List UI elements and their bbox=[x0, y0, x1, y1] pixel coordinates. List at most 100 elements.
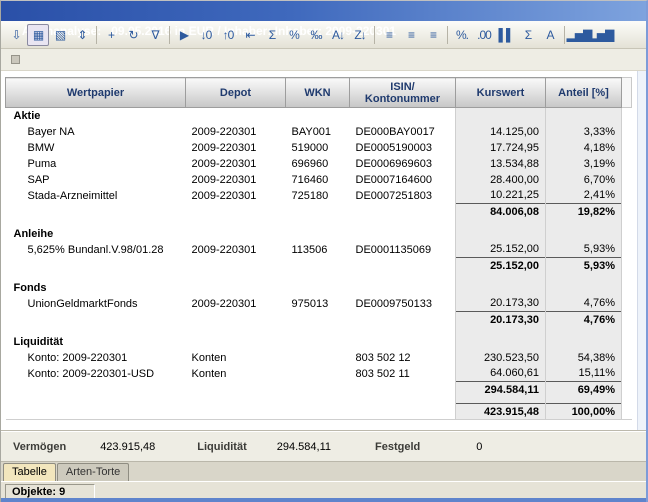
cell-empty bbox=[286, 312, 350, 328]
cell-isin: DE0006969603 bbox=[350, 156, 456, 172]
cell-filler bbox=[622, 188, 632, 204]
toolbar-separator bbox=[374, 26, 375, 44]
permille-icon[interactable]: ‰ bbox=[305, 24, 327, 46]
cell-anteil: 6,70% bbox=[546, 172, 622, 188]
table-row[interactable]: UnionGeldmarktFonds2009-220301975013DE00… bbox=[6, 296, 632, 312]
cell-empty bbox=[350, 404, 456, 420]
cell-isin: DE0005190003 bbox=[350, 140, 456, 156]
subtotal-row: 84.006,0819,82% bbox=[6, 204, 632, 220]
move-icon[interactable]: + bbox=[100, 24, 122, 46]
cell-wertpapier: 5,625% Bundanl.V.98/01.28 bbox=[6, 242, 186, 258]
percent-icon[interactable]: % bbox=[283, 24, 305, 46]
table-row[interactable]: Stada-Arzneimittel2009-220301725180DE000… bbox=[6, 188, 632, 204]
subtotal-row: 294.584,1169,49% bbox=[6, 382, 632, 398]
align-right-icon[interactable]: ≡ bbox=[422, 24, 444, 46]
cell-empty bbox=[286, 382, 350, 398]
group-label: Liquidität bbox=[6, 334, 456, 350]
cell-filler bbox=[622, 366, 632, 382]
cell-empty bbox=[286, 404, 350, 420]
group-label: Aktie bbox=[6, 108, 456, 124]
cell-kurswert: 17.724,95 bbox=[456, 140, 546, 156]
cell-empty bbox=[456, 334, 546, 350]
group-label: Fonds bbox=[6, 280, 456, 296]
cell-wertpapier: Stada-Arzneimittel bbox=[6, 188, 186, 204]
table-row[interactable]: SAP2009-220301716460DE000716460028.400,0… bbox=[6, 172, 632, 188]
column-header-anteil[interactable]: Anteil [%] bbox=[546, 78, 622, 108]
cell-empty bbox=[186, 404, 286, 420]
filter-edit-icon[interactable]: ∇ bbox=[144, 24, 166, 46]
view-tab-bar: TabelleArten-Torte bbox=[1, 461, 646, 481]
columns-icon[interactable]: ▌▌ bbox=[495, 24, 517, 46]
table-row[interactable]: BMW2009-220301519000DE000519000317.724,9… bbox=[6, 140, 632, 156]
group-header-row: Aktie bbox=[6, 108, 632, 124]
cell-filler bbox=[622, 312, 632, 328]
sort-ascending-icon[interactable]: A↓ bbox=[327, 24, 349, 46]
cell-empty bbox=[6, 258, 186, 274]
title-bar[interactable]: Artenanalyse: 09.05.2016 in EUR / Inhabe… bbox=[1, 1, 646, 21]
analysis-view-icon[interactable]: ▦ bbox=[27, 24, 49, 46]
table-row[interactable]: Konto: 2009-220301Konten803 502 12230.52… bbox=[6, 350, 632, 366]
cell-filler bbox=[622, 334, 632, 350]
sort-descending-icon[interactable]: Z↓ bbox=[349, 24, 371, 46]
toolbar-separator bbox=[447, 26, 448, 44]
festgeld-value: 0 bbox=[476, 441, 482, 453]
zoom-view-icon[interactable]: ▧ bbox=[49, 24, 71, 46]
cell-filler bbox=[622, 258, 632, 274]
cell-filler bbox=[622, 124, 632, 140]
cell-anteil: 2,41% bbox=[546, 188, 622, 204]
percent-format-icon[interactable]: %. bbox=[451, 24, 473, 46]
cell-anteil: 3,19% bbox=[546, 156, 622, 172]
cell-wkn: 725180 bbox=[286, 188, 350, 204]
artenanalyse-table: Wertpapier Depot WKN ISIN/ Kontonummer K… bbox=[5, 77, 632, 420]
align-left-icon[interactable]: ≡ bbox=[378, 24, 400, 46]
export-icon[interactable]: ⇩ bbox=[5, 24, 27, 46]
cell-empty bbox=[456, 280, 546, 296]
cell-kurswert: 25.152,00 bbox=[456, 242, 546, 258]
sum-icon[interactable]: Σ bbox=[517, 24, 539, 46]
cell-total-kurswert: 423.915,48 bbox=[456, 404, 546, 420]
cell-filler bbox=[622, 296, 632, 312]
tab-tabelle[interactable]: Tabelle bbox=[3, 463, 56, 481]
table-row[interactable]: Bayer NA2009-220301BAY001DE000BAY001714.… bbox=[6, 124, 632, 140]
column-header-kurswert[interactable]: Kurswert bbox=[456, 78, 546, 108]
color-chart-icon[interactable]: ▂▅▇ bbox=[590, 24, 612, 46]
indent-icon[interactable]: ⇤ bbox=[239, 24, 261, 46]
table-row[interactable]: 5,625% Bundanl.V.98/01.282009-2203011135… bbox=[6, 242, 632, 258]
cell-isin: DE0007251803 bbox=[350, 188, 456, 204]
vertical-scrollbar[interactable] bbox=[637, 71, 646, 430]
cell-wkn: BAY001 bbox=[286, 124, 350, 140]
row-expand-icon[interactable]: ⇕ bbox=[71, 24, 93, 46]
decimal-increase-icon[interactable]: ↑0 bbox=[217, 24, 239, 46]
table-row[interactable]: Puma2009-220301696960DE000696960313.534,… bbox=[6, 156, 632, 172]
cell-empty bbox=[6, 312, 186, 328]
tab-arten-torte[interactable]: Arten-Torte bbox=[57, 463, 129, 481]
vermoegen-value: 423.915,48 bbox=[100, 441, 155, 453]
cell-wertpapier: UnionGeldmarktFonds bbox=[6, 296, 186, 312]
table-area: Wertpapier Depot WKN ISIN/ Kontonummer K… bbox=[1, 71, 646, 431]
subtotal-icon[interactable]: Σ bbox=[261, 24, 283, 46]
cell-wertpapier: SAP bbox=[6, 172, 186, 188]
cell-subtotal-kurswert: 20.173,30 bbox=[456, 312, 546, 328]
cell-empty bbox=[286, 258, 350, 274]
column-header-depot[interactable]: Depot bbox=[186, 78, 286, 108]
refresh-icon[interactable]: ↻ bbox=[122, 24, 144, 46]
column-header-isin[interactable]: ISIN/ Kontonummer bbox=[350, 78, 456, 108]
column-header-wertpapier[interactable]: Wertpapier bbox=[6, 78, 186, 108]
align-center-icon[interactable]: ≡ bbox=[400, 24, 422, 46]
cell-wkn bbox=[286, 350, 350, 366]
decimal-format-icon[interactable]: .00 bbox=[473, 24, 495, 46]
column-header-wkn[interactable]: WKN bbox=[286, 78, 350, 108]
cell-filler bbox=[622, 172, 632, 188]
cell-anteil: 4,76% bbox=[546, 296, 622, 312]
cell-filler bbox=[622, 280, 632, 296]
drilldown-icon[interactable]: ▶ bbox=[173, 24, 195, 46]
decimal-decrease-icon[interactable]: ↓0 bbox=[195, 24, 217, 46]
table-row[interactable]: Konto: 2009-220301-USDKonten803 502 1164… bbox=[6, 366, 632, 382]
cell-subtotal-anteil: 69,49% bbox=[546, 382, 622, 398]
panel-handle-icon[interactable] bbox=[11, 55, 20, 64]
font-icon[interactable]: A bbox=[539, 24, 561, 46]
summary-bar: Vermögen 423.915,48 Liquidität 294.584,1… bbox=[1, 431, 646, 461]
cell-wertpapier: Puma bbox=[6, 156, 186, 172]
bar-chart-icon[interactable]: ▂▅▇ bbox=[568, 24, 590, 46]
cell-isin: 803 502 11 bbox=[350, 366, 456, 382]
